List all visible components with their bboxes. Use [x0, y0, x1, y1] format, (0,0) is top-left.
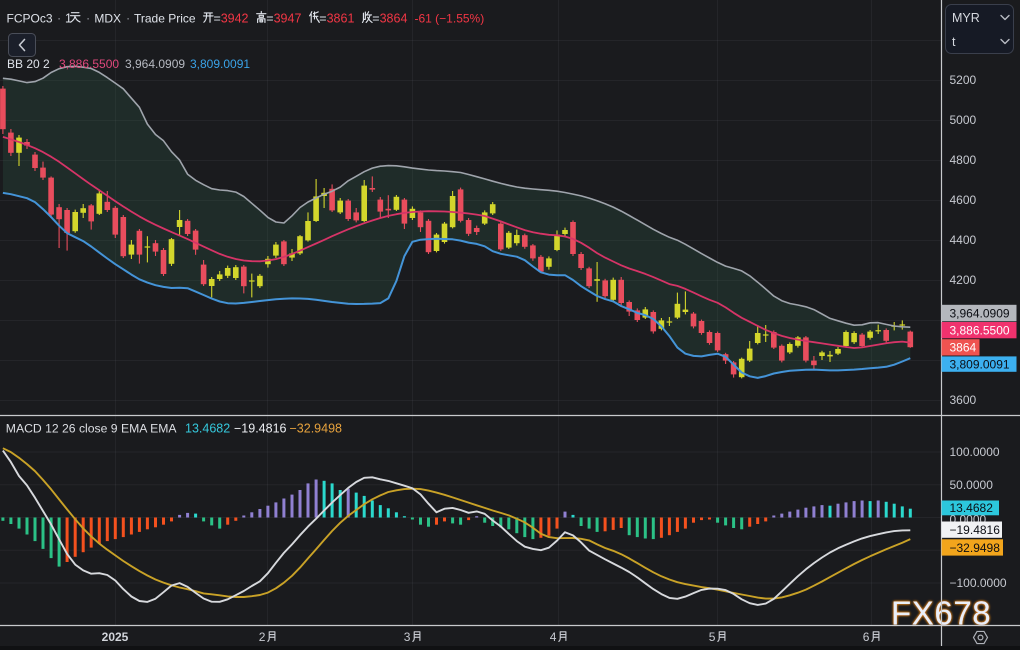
- svg-text:4: 4: [550, 630, 557, 644]
- svg-text:13.4682: 13.4682: [950, 501, 994, 515]
- svg-text:3864: 3864: [950, 341, 977, 355]
- svg-text:100.0000: 100.0000: [950, 445, 1000, 459]
- svg-text:3942: 3942: [221, 11, 249, 25]
- svg-text:2: 2: [259, 630, 266, 644]
- svg-text:BB 20 2: BB 20 2: [7, 57, 50, 71]
- svg-text:2025: 2025: [102, 630, 129, 644]
- svg-text:=: =: [266, 11, 273, 25]
- svg-text:MYR: MYR: [952, 11, 980, 25]
- svg-text:·: ·: [57, 11, 61, 25]
- svg-text:MACD 12 26 close 9 EMA EMA: MACD 12 26 close 9 EMA EMA: [6, 422, 178, 436]
- svg-text:5200: 5200: [950, 73, 977, 87]
- svg-text:−100.0000: −100.0000: [950, 576, 1007, 590]
- svg-text:13.4682: 13.4682: [185, 422, 230, 436]
- svg-text:3947: 3947: [274, 11, 302, 25]
- svg-text:3,809.0091: 3,809.0091: [190, 57, 250, 71]
- svg-text:MDX: MDX: [94, 11, 121, 25]
- svg-text:4200: 4200: [950, 273, 977, 287]
- svg-text:3,964.0909: 3,964.0909: [950, 306, 1010, 320]
- svg-text:3: 3: [404, 630, 411, 644]
- svg-text:−19.4816: −19.4816: [234, 422, 287, 436]
- svg-text:5000: 5000: [950, 113, 977, 127]
- svg-text:-61 (−1.55%): -61 (−1.55%): [415, 11, 485, 25]
- svg-text:3861: 3861: [327, 11, 355, 25]
- svg-text:=: =: [319, 11, 326, 25]
- svg-text:3864: 3864: [380, 11, 408, 25]
- svg-text:5: 5: [709, 630, 716, 644]
- svg-text:·: ·: [126, 11, 130, 25]
- svg-text:3,809.0091: 3,809.0091: [950, 357, 1010, 371]
- svg-text:·: ·: [86, 11, 90, 25]
- svg-text:FCPOc3: FCPOc3: [7, 11, 53, 25]
- svg-text:6: 6: [863, 630, 870, 644]
- svg-text:t: t: [952, 35, 956, 49]
- svg-text:3,886.5500: 3,886.5500: [59, 57, 119, 71]
- svg-text:Trade Price: Trade Price: [134, 11, 196, 25]
- svg-text:4800: 4800: [950, 153, 977, 167]
- svg-text:−19.4816: −19.4816: [950, 523, 1001, 537]
- svg-text:−32.9498: −32.9498: [950, 541, 1001, 555]
- svg-text:4600: 4600: [950, 193, 977, 207]
- svg-text:−32.9498: −32.9498: [290, 422, 343, 436]
- svg-text:3,886.5500: 3,886.5500: [950, 323, 1010, 337]
- svg-text:50.0000: 50.0000: [950, 478, 994, 492]
- svg-text:4400: 4400: [950, 233, 977, 247]
- svg-text:=: =: [372, 11, 379, 25]
- svg-text:1: 1: [65, 11, 72, 25]
- svg-text:3600: 3600: [950, 393, 977, 407]
- svg-text:3,964.0909: 3,964.0909: [125, 57, 185, 71]
